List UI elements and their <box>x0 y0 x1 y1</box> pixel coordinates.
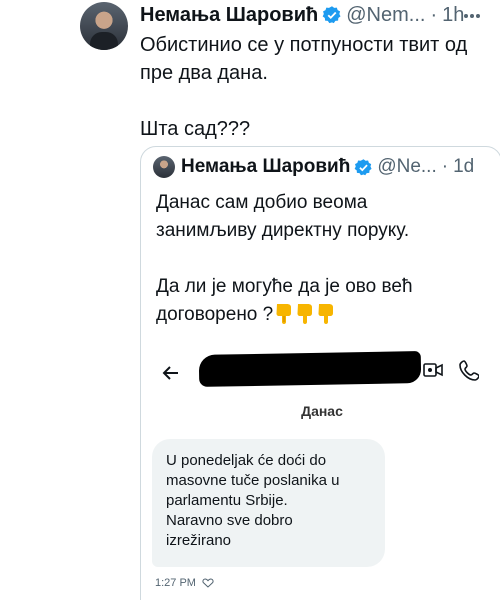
date-separator: Данас <box>301 403 343 419</box>
phone-call-icon <box>459 360 479 381</box>
tweet-text: Обистинио се у потпуности твит од пре дв… <box>140 34 468 140</box>
separator-dot: · <box>430 4 438 26</box>
tweet: Немања Шаровић @Nem... · 1h Обистинио се… <box>0 0 500 600</box>
quoted-tweet-header: Немања Шаровић @Ne... · 1d <box>181 155 474 179</box>
tweet-time[interactable]: 1h <box>442 3 464 27</box>
pointing-down-emoji-icon <box>297 304 313 324</box>
more-options-icon[interactable] <box>464 5 484 21</box>
quoted-tweet[interactable]: Немања Шаровић @Ne... · 1d Данас сам доб… <box>140 146 500 600</box>
quoted-tweet-text: Данас сам добио веома занимљиву директну… <box>156 189 496 329</box>
author-name[interactable]: Немања Шаровић <box>140 3 318 27</box>
author-handle[interactable]: @Nem... <box>346 3 425 27</box>
message-meta: 1:27 PM <box>155 577 214 589</box>
tweet-header: Немања Шаровић @Nem... · 1h <box>140 3 464 27</box>
dm-screenshot-image: Данас U ponedeljak će doći do masovne tu… <box>141 347 500 600</box>
message-bubble: U ponedeljak će doći do masovne tuče pos… <box>152 439 385 567</box>
quoted-author-handle: @Ne... <box>377 156 437 177</box>
separator-dot: · <box>441 156 449 177</box>
redacted-name <box>198 351 422 387</box>
message-timestamp: 1:27 PM <box>155 577 196 589</box>
verified-badge-icon <box>354 158 372 175</box>
heart-react-icon <box>202 578 214 588</box>
verified-badge-icon <box>322 6 341 24</box>
video-call-icon <box>423 363 443 377</box>
quoted-author-name: Немања Шаровић <box>181 156 351 177</box>
back-arrow-icon <box>162 366 178 380</box>
avatar[interactable] <box>80 2 128 50</box>
pointing-down-emoji-icon <box>276 304 292 324</box>
pointing-down-emoji-icon <box>318 304 334 324</box>
quoted-avatar <box>153 156 175 178</box>
quoted-tweet-time: 1d <box>453 156 475 177</box>
